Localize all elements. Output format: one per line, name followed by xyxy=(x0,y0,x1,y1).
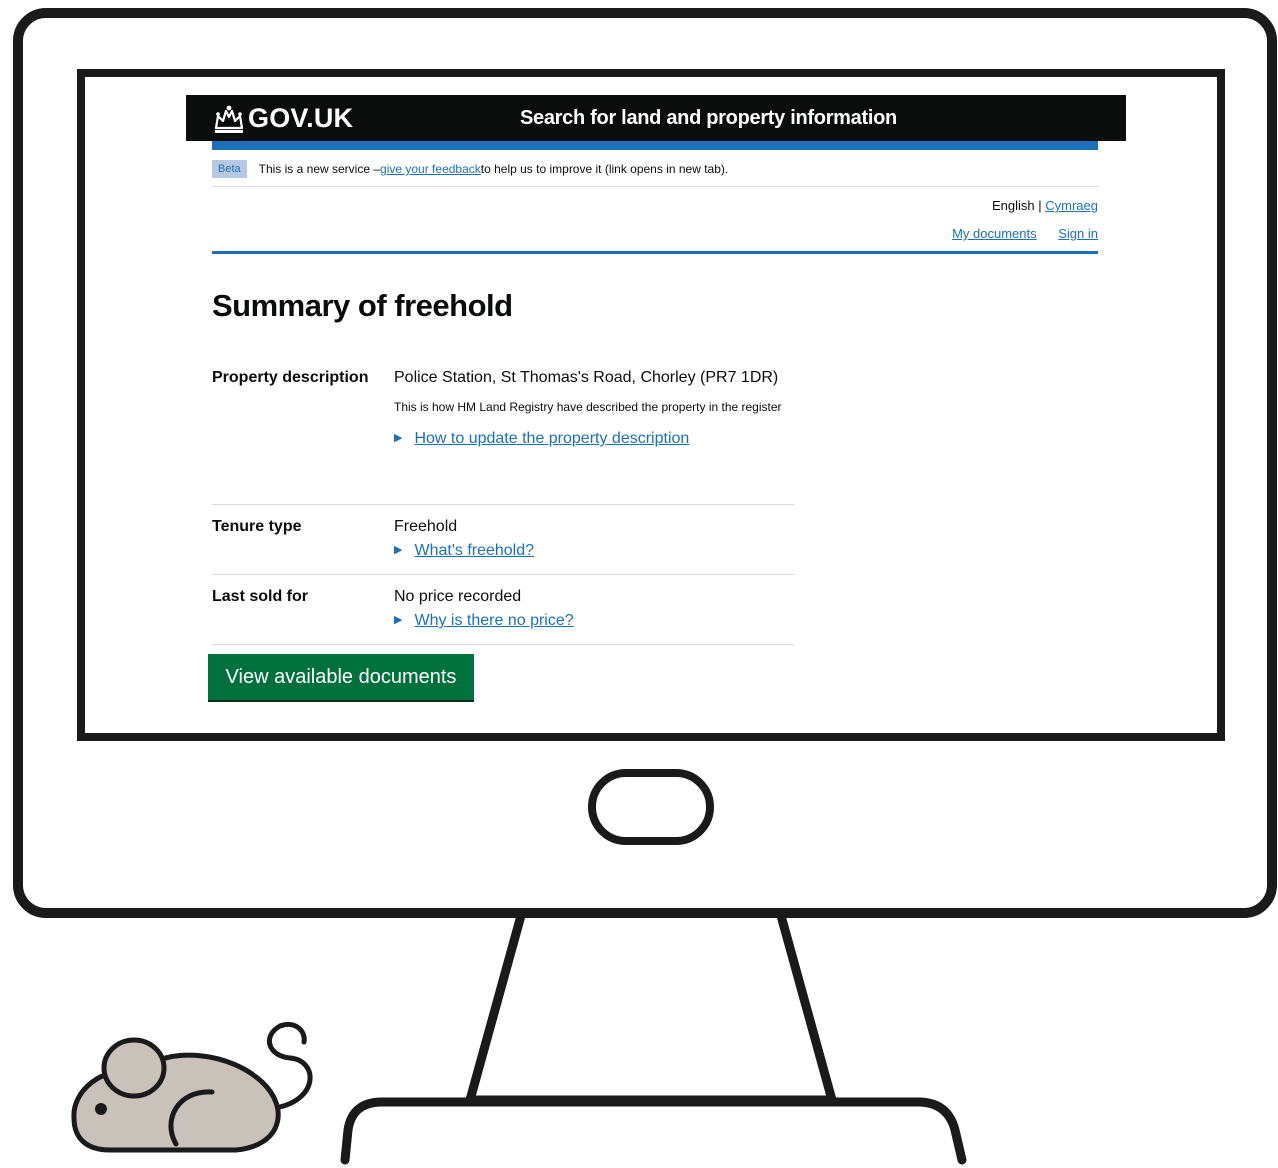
view-available-documents-button[interactable]: View available documents xyxy=(208,654,474,700)
beta-text-before: This is a new service – xyxy=(258,162,381,176)
details-why-no-price[interactable]: ▶ Why is there no price? xyxy=(394,609,794,632)
monitor-base xyxy=(340,1097,967,1165)
summary-list: Property description Police Station, St … xyxy=(212,364,794,645)
last-sold-value: No price recorded xyxy=(394,588,522,605)
summary-value: Police Station, St Thomas's Road, Chorle… xyxy=(394,364,794,504)
summary-value: No price recorded ▶ Why is there no pric… xyxy=(394,583,794,644)
triangle-right-icon: ▶ xyxy=(394,432,403,444)
details-update-description[interactable]: ▶ How to update the property description xyxy=(394,427,794,450)
nav-blue-rule xyxy=(212,251,1098,254)
summary-value: Freehold ▶ What's freehold? xyxy=(394,513,794,574)
header-blue-bar xyxy=(212,141,1098,150)
tenure-type-value: Freehold xyxy=(394,518,458,535)
feedback-link[interactable]: give your feedback xyxy=(380,162,481,176)
browser-screen: GOV.UK Search for land and property info… xyxy=(88,80,1216,724)
language-separator: | xyxy=(1034,198,1046,213)
language-current: English xyxy=(992,198,1035,213)
beta-tag: Beta xyxy=(212,160,247,178)
details-whats-freehold[interactable]: ▶ What's freehold? xyxy=(394,539,794,562)
monitor-power-button xyxy=(588,769,714,845)
page-title: Summary of freehold xyxy=(212,288,513,323)
summary-row-tenure-type: Tenure type Freehold ▶ What's freehold? xyxy=(212,505,794,575)
why-no-price-link[interactable]: Why is there no price? xyxy=(414,609,573,632)
beta-banner: Beta This is a new service – give your f… xyxy=(212,158,728,180)
my-documents-link[interactable]: My documents xyxy=(952,226,1037,241)
summary-row-last-sold: Last sold for No price recorded ▶ Why is… xyxy=(212,575,794,645)
triangle-right-icon: ▶ xyxy=(394,544,403,556)
monitor-stand xyxy=(465,907,837,1105)
summary-key: Property description xyxy=(212,369,369,386)
beta-text-after: to help us to improve it (link opens in … xyxy=(480,162,729,176)
service-name[interactable]: Search for land and property information xyxy=(520,107,897,130)
divider xyxy=(212,186,1098,187)
mouse-animal-icon xyxy=(71,1022,313,1153)
language-switcher: English | Cymraeg xyxy=(992,198,1098,213)
property-description-value: Police Station, St Thomas's Road, Chorle… xyxy=(394,369,779,386)
summary-row-property-description: Property description Police Station, St … xyxy=(212,364,794,505)
summary-key: Last sold for xyxy=(212,588,309,605)
update-description-link[interactable]: How to update the property description xyxy=(414,427,689,450)
whats-freehold-link[interactable]: What's freehold? xyxy=(414,539,534,562)
crown-icon[interactable] xyxy=(212,104,246,134)
account-nav: My documents Sign in xyxy=(952,226,1098,241)
sign-in-link[interactable]: Sign in xyxy=(1058,226,1098,241)
govuk-header: GOV.UK Search for land and property info… xyxy=(186,95,1126,141)
summary-key: Tenure type xyxy=(212,518,302,535)
triangle-right-icon: ▶ xyxy=(394,614,403,626)
govuk-logo[interactable]: GOV.UK xyxy=(248,103,353,134)
language-cymraeg-link[interactable]: Cymraeg xyxy=(1045,198,1098,213)
property-description-hint: This is how HM Land Registry have descri… xyxy=(394,400,782,414)
